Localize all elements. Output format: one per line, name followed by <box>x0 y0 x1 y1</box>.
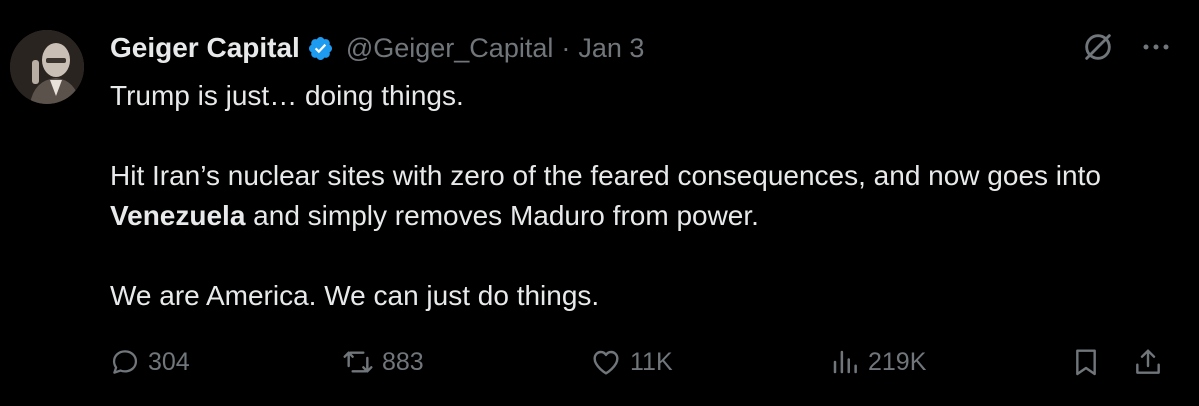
repost-button[interactable]: 883 <box>342 340 424 384</box>
reply-count: 304 <box>148 347 190 376</box>
like-count: 11K <box>630 347 673 376</box>
tweet-date[interactable]: Jan 3 <box>578 33 644 64</box>
like-icon <box>593 350 619 375</box>
avatar-photo <box>10 30 84 104</box>
tweet-header: Geiger Capital @Geiger_Capital · Jan 3 <box>110 28 644 68</box>
grok-icon[interactable] <box>1081 30 1115 64</box>
author-name[interactable]: Geiger Capital <box>110 32 300 64</box>
hashtag-venezuela: Venezuela <box>110 200 246 231</box>
tweet-line-1: Trump is just… doing things. <box>110 80 464 111</box>
repost-count: 883 <box>382 347 424 376</box>
bookmark-icon <box>1076 349 1096 376</box>
tweet-card[interactable]: Geiger Capital @Geiger_Capital · Jan 3 T… <box>0 0 1199 406</box>
reply-button[interactable]: 304 <box>110 340 190 384</box>
avatar[interactable] <box>10 30 84 104</box>
tweet-paragraph-3: We are America. We can just do things. <box>110 280 600 311</box>
action-bar: 304 883 11K 219K <box>110 340 1170 384</box>
tweet-text: Trump is just… doing things. Hit Iran’s … <box>110 76 1180 316</box>
repost-icon <box>343 351 373 373</box>
tweet-paragraph-2-start: Hit Iran’s nuclear sites with zero of th… <box>110 160 1101 191</box>
top-actions <box>1081 30 1171 64</box>
views-icon <box>833 350 857 374</box>
reply-icon <box>112 350 138 374</box>
like-button[interactable]: 11K <box>590 340 673 384</box>
share-button[interactable] <box>1132 340 1164 384</box>
verified-badge-icon <box>307 35 334 62</box>
more-icon[interactable] <box>1141 32 1171 62</box>
header-separator: · <box>561 32 571 63</box>
views-button[interactable]: 219K <box>830 340 926 384</box>
bookmark-button[interactable] <box>1070 340 1102 384</box>
tweet-paragraph-2-end: and simply removes Maduro from power. <box>245 200 759 231</box>
share-icon <box>1136 349 1160 374</box>
author-handle[interactable]: @Geiger_Capital <box>346 33 554 64</box>
view-count: 219K <box>868 347 927 376</box>
tweet-paragraph-2: Hit Iran’s nuclear sites with zero of th… <box>110 156 1180 236</box>
